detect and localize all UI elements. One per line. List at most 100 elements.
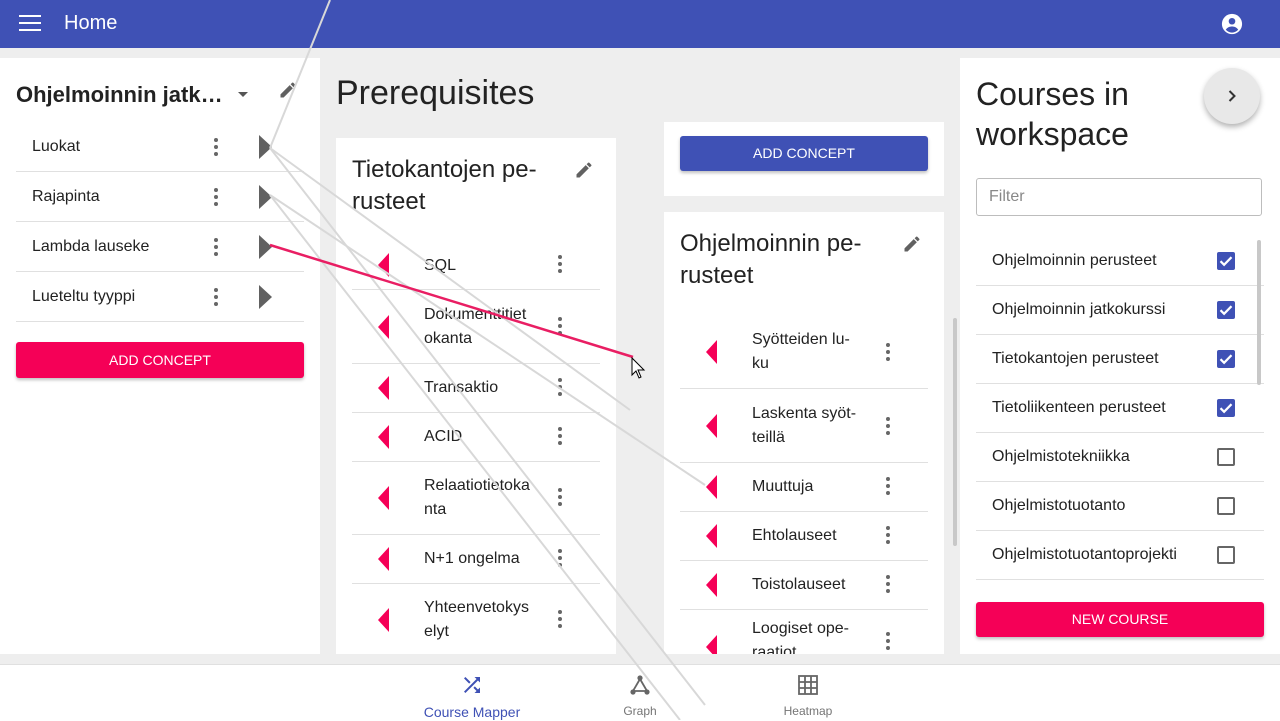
link-arrow-right-icon[interactable] (259, 135, 272, 159)
more-vert-icon[interactable] (214, 288, 218, 308)
prerequisites-scrollbar[interactable] (953, 318, 957, 546)
checkbox-checked[interactable] (1217, 350, 1235, 368)
checkbox-checked[interactable] (1217, 252, 1235, 270)
more-vert-icon[interactable] (558, 255, 562, 275)
more-vert-icon[interactable] (886, 526, 890, 546)
link-arrow-left-icon[interactable] (378, 376, 389, 400)
chevron-down-icon[interactable] (238, 92, 248, 97)
prerequisite-concept-list: SQL Dokumenttitiet okanta Transaktio ACID… (352, 241, 600, 654)
add-concept-button[interactable]: ADD CONCEPT (680, 136, 928, 171)
link-arrow-left-icon[interactable] (378, 547, 389, 571)
more-vert-icon[interactable] (886, 343, 890, 363)
course-label: Ohjelmoinnin jatkokurssi (992, 301, 1166, 318)
concept-item: Syötteiden lu-ku (680, 315, 928, 389)
more-vert-icon[interactable] (558, 317, 562, 337)
more-vert-icon[interactable] (886, 632, 890, 652)
account-circle-icon[interactable] (1221, 13, 1243, 35)
link-arrow-left-icon[interactable] (706, 414, 717, 438)
concept-item: ACID (352, 413, 600, 462)
course-label: Ohjelmistotuotantoprojekti (992, 546, 1177, 563)
prerequisite-course-title: Tietokantojen pe- rusteet (352, 156, 537, 215)
edit-icon[interactable] (902, 234, 922, 254)
collapse-panel-button[interactable] (1204, 68, 1260, 124)
course-item: Ohjelmistotekniikka (976, 433, 1264, 482)
nav-graph[interactable]: Graph (580, 673, 700, 718)
concept-label: Rajapinta (32, 188, 100, 205)
active-course-title: Ohjelmoinnin jatk… (16, 82, 223, 107)
prerequisites-title: Prerequisites (336, 74, 535, 112)
checkbox-unchecked[interactable] (1217, 546, 1235, 564)
concept-item: Toistolauseet (680, 561, 928, 610)
more-vert-icon[interactable] (886, 417, 890, 437)
menu-icon[interactable] (19, 15, 41, 33)
link-arrow-left-icon[interactable] (706, 340, 717, 364)
concept-label: Transaktio (424, 379, 499, 396)
edit-icon[interactable] (574, 160, 594, 180)
nav-label: Graph (623, 704, 657, 718)
link-arrow-left-icon[interactable] (378, 253, 389, 277)
concept-label: Lambda lauseke (32, 238, 150, 255)
link-arrow-right-icon[interactable] (259, 185, 272, 209)
course-filter-input[interactable] (976, 178, 1262, 216)
course-item: Tietoliikenteen perusteet (976, 384, 1264, 433)
concept-item: Lueteltu tyyppi (16, 272, 304, 322)
concept-item: Laskenta syöt-teillä (680, 389, 928, 463)
link-arrow-left-icon[interactable] (706, 573, 717, 597)
more-vert-icon[interactable] (214, 188, 218, 208)
more-vert-icon[interactable] (214, 238, 218, 258)
concept-item: Relaatiotietoka nta (352, 462, 600, 535)
courses-panel-title: Courses in workspace (976, 76, 1129, 152)
more-vert-icon[interactable] (558, 378, 562, 398)
bottom-navigation: Course Mapper Graph Heatmap (0, 664, 1280, 721)
concept-label: Dokumenttitiet okanta (424, 306, 527, 347)
course-label: Ohjelmoinnin perusteet (992, 252, 1157, 269)
more-vert-icon[interactable] (558, 427, 562, 447)
checkbox-checked[interactable] (1217, 399, 1235, 417)
page-title: Home (64, 12, 118, 34)
more-vert-icon[interactable] (886, 477, 890, 497)
more-vert-icon[interactable] (558, 610, 562, 630)
nav-course-mapper[interactable]: Course Mapper (412, 673, 532, 720)
more-vert-icon[interactable] (558, 549, 562, 569)
concept-label: Yhteenvetokys elyt (424, 599, 529, 640)
prerequisite-concept-list: Syötteiden lu-ku Laskenta syöt-teillä Mu… (680, 315, 928, 654)
more-vert-icon[interactable] (558, 488, 562, 508)
concept-label: ACID (424, 428, 463, 445)
course-item: Tietokantojen perusteet (976, 335, 1264, 384)
link-arrow-left-icon[interactable] (378, 608, 389, 632)
concept-label: Relaatiotietoka nta (424, 477, 530, 518)
add-concept-button[interactable]: ADD CONCEPT (16, 342, 304, 378)
edit-icon[interactable] (278, 80, 298, 100)
new-course-button[interactable]: NEW COURSE (976, 602, 1264, 637)
more-vert-icon[interactable] (886, 575, 890, 595)
checkbox-unchecked[interactable] (1217, 497, 1235, 515)
concept-label: Loogiset ope-raatiot (752, 620, 849, 654)
mouse-cursor-icon (631, 356, 646, 379)
graph-icon (630, 675, 650, 695)
concept-label: Luokat (32, 138, 81, 155)
concept-item: Muuttuja (680, 463, 928, 512)
grid-icon (798, 675, 818, 695)
nav-heatmap[interactable]: Heatmap (748, 673, 868, 718)
link-arrow-left-icon[interactable] (706, 635, 717, 654)
course-label: Tietoliikenteen perusteet (992, 399, 1166, 416)
concept-item: Yhteenvetokys elyt (352, 584, 600, 654)
link-arrow-left-icon[interactable] (378, 425, 389, 449)
link-arrow-left-icon[interactable] (706, 524, 717, 548)
course-label: Ohjelmistotekniikka (992, 448, 1130, 465)
link-arrow-right-icon[interactable] (259, 235, 272, 259)
course-list-scrollbar[interactable] (1257, 240, 1261, 385)
concept-item: Lambda lauseke (16, 222, 304, 272)
course-label: Ohjelmistotuotanto (992, 497, 1126, 514)
concept-label: Muuttuja (752, 478, 814, 495)
more-vert-icon[interactable] (214, 138, 218, 158)
checkbox-unchecked[interactable] (1217, 448, 1235, 466)
shuffle-icon (464, 677, 480, 693)
concept-label: Lueteltu tyyppi (32, 288, 136, 305)
link-arrow-left-icon[interactable] (378, 486, 389, 510)
link-arrow-left-icon[interactable] (378, 315, 389, 339)
checkbox-checked[interactable] (1217, 301, 1235, 319)
concept-item: Ehtolauseet (680, 512, 928, 561)
link-arrow-left-icon[interactable] (706, 475, 717, 499)
link-arrow-right-icon[interactable] (259, 285, 272, 309)
